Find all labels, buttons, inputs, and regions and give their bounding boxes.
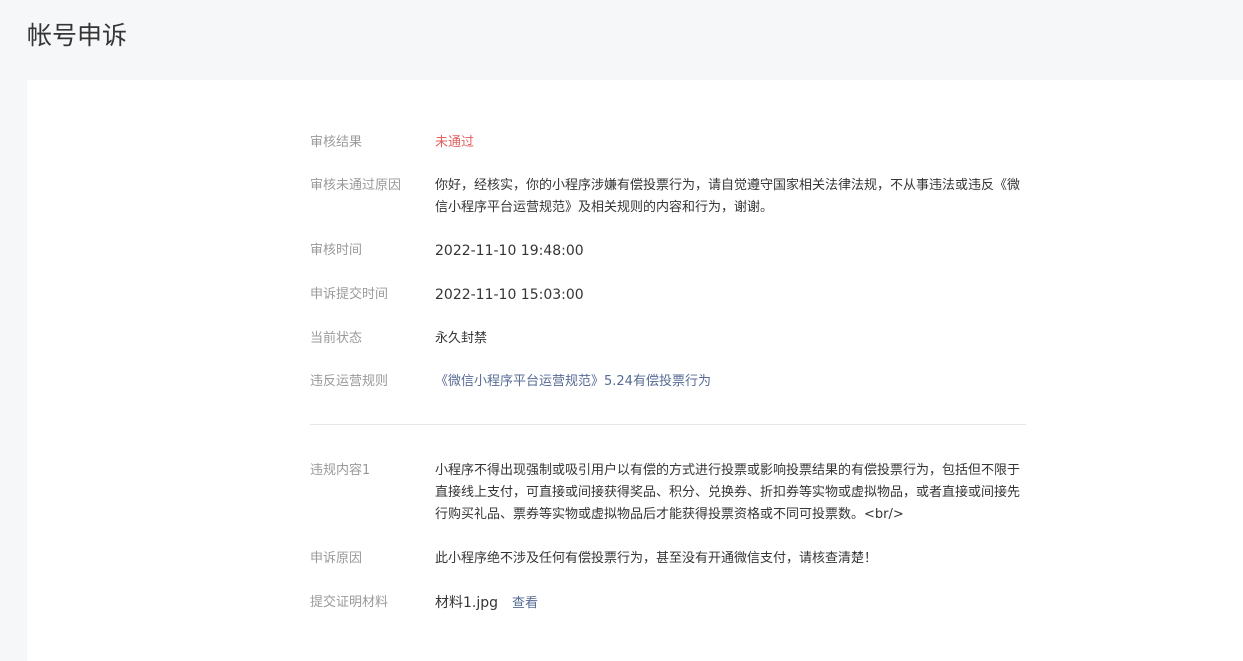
violated-rule-label: 违反运营规则 (310, 374, 389, 389)
row-appeal-reason: 申诉原因 此小程序绝不涉及任何有偿投票行为，甚至没有开通微信支付，请核查清楚！ (310, 548, 1026, 570)
proof-material-label: 提交证明材料 (310, 595, 389, 610)
proof-file-name: 材料1.jpg (435, 595, 499, 611)
submit-time-label: 申诉提交时间 (310, 287, 389, 302)
page-title: 帐号申诉 (27, 21, 128, 50)
row-current-status: 当前状态 永久封禁 (310, 328, 1026, 350)
review-result-label: 审核结果 (310, 135, 363, 150)
appeal-reason-label: 申诉原因 (310, 551, 363, 566)
row-review-result: 审核结果 未通过 (310, 132, 1026, 154)
review-reason-label: 审核未通过原因 (310, 178, 402, 193)
current-status-label: 当前状态 (310, 331, 363, 346)
violation-content-value: 小程序不得出现强制或吸引用户以有偿的方式进行投票或影响投票结果的有偿投票行为，包… (435, 463, 1021, 522)
review-reason-value: 你好，经核实，你的小程序涉嫌有偿投票行为，请自觉遵守国家相关法律法规，不从事违法… (435, 178, 1021, 215)
review-time-label: 审核时间 (310, 243, 363, 258)
submit-time-value: 2022-11-10 15:03:00 (435, 287, 584, 303)
appeal-reason-value: 此小程序绝不涉及任何有偿投票行为，甚至没有开通微信支付，请核查清楚！ (435, 551, 878, 566)
row-violated-rule: 违反运营规则 《微信小程序平台运营规范》5.24有偿投票行为 (310, 371, 1026, 393)
view-material-link[interactable]: 查看 (512, 596, 538, 611)
current-status-value: 永久封禁 (435, 331, 488, 346)
section-divider (310, 424, 1026, 425)
review-time-value: 2022-11-10 19:48:00 (435, 243, 584, 259)
proof-material-value: 材料1.jpg 查看 (435, 592, 1026, 615)
review-result-value: 未通过 (435, 135, 475, 150)
row-violation-content: 违规内容1 小程序不得出现强制或吸引用户以有偿的方式进行投票或影响投票结果的有偿… (310, 460, 1026, 526)
row-review-time: 审核时间 2022-11-10 19:48:00 (310, 240, 1026, 262)
row-submit-time: 申诉提交时间 2022-11-10 15:03:00 (310, 284, 1026, 306)
violated-rule-link[interactable]: 《微信小程序平台运营规范》5.24有偿投票行为 (435, 374, 711, 389)
violation-content-label: 违规内容1 (310, 463, 371, 478)
appeal-detail-card: 审核结果 未通过 审核未通过原因 你好，经核实，你的小程序涉嫌有偿投票行为，请自… (27, 80, 1243, 661)
row-review-reason: 审核未通过原因 你好，经核实，你的小程序涉嫌有偿投票行为，请自觉遵守国家相关法律… (310, 175, 1026, 219)
row-proof-material: 提交证明材料 材料1.jpg 查看 (310, 592, 1026, 615)
